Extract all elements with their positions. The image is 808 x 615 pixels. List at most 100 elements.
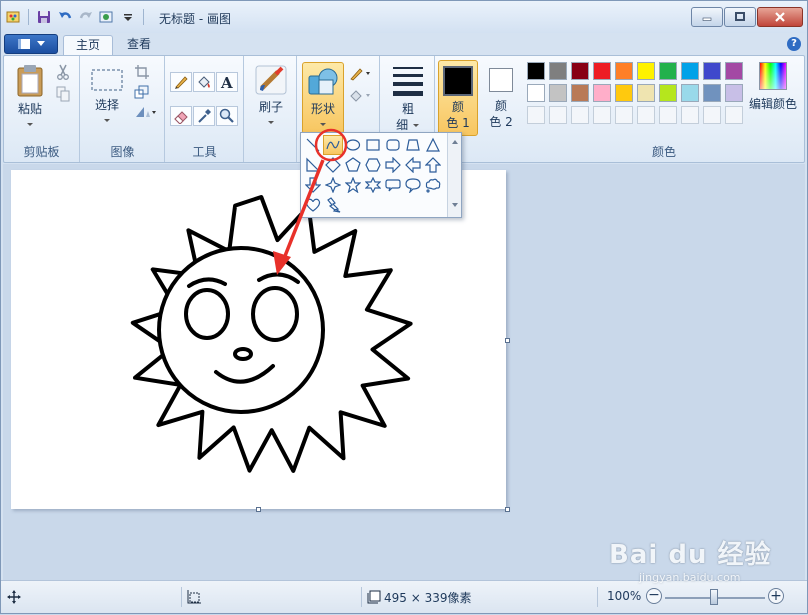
cloud-callout-shape-icon[interactable] (423, 175, 443, 195)
color-swatch[interactable] (571, 62, 589, 80)
tools-group: A 工具 (166, 56, 244, 162)
up-arrow-shape-icon[interactable] (423, 155, 443, 175)
heart-shape-icon[interactable] (303, 195, 323, 215)
minimize-button[interactable] (691, 7, 723, 27)
oval-callout-shape-icon[interactable] (403, 175, 423, 195)
color-swatch[interactable] (725, 62, 743, 80)
color-swatch[interactable] (549, 62, 567, 80)
magnifier-button[interactable] (216, 106, 238, 126)
custom-color-slot[interactable] (703, 106, 721, 124)
edit-colors-button[interactable]: 编辑颜色 (745, 62, 801, 112)
custom-color-slot[interactable] (549, 106, 567, 124)
color-swatch[interactable] (659, 62, 677, 80)
close-button[interactable] (757, 7, 803, 27)
paste-button[interactable]: 粘贴 (10, 64, 50, 131)
color-swatch[interactable] (571, 84, 589, 102)
save-icon[interactable] (36, 9, 52, 25)
six-point-star-shape-icon[interactable] (363, 175, 383, 195)
hexagon-shape-icon[interactable] (363, 155, 383, 175)
rotate-button[interactable] (131, 102, 161, 122)
crop-icon (135, 65, 149, 79)
shapes-button[interactable]: 形状 (302, 62, 344, 134)
color-swatch[interactable] (681, 84, 699, 102)
color-swatch[interactable] (703, 84, 721, 102)
customize-icon[interactable] (120, 9, 136, 25)
select-button[interactable]: 选择 (87, 66, 127, 127)
maximize-icon (735, 12, 745, 21)
line-shape-icon[interactable] (303, 135, 323, 155)
text-button[interactable]: A (216, 72, 238, 92)
color-swatch[interactable] (615, 84, 633, 102)
drawing-canvas[interactable] (11, 170, 506, 509)
color-swatch[interactable] (725, 84, 743, 102)
color-swatch[interactable] (703, 62, 721, 80)
eraser-button[interactable] (170, 106, 192, 126)
oval-shape-icon[interactable] (343, 135, 363, 155)
custom-color-slot[interactable] (725, 106, 743, 124)
color-swatch[interactable] (615, 62, 633, 80)
shape-fill-button[interactable] (346, 86, 376, 106)
color-swatch[interactable] (637, 84, 655, 102)
paint-app-icon[interactable] (5, 9, 21, 25)
color-swatch[interactable] (527, 62, 545, 80)
resize-icon (134, 85, 149, 99)
five-point-star-shape-icon[interactable] (343, 175, 363, 195)
work-area[interactable] (3, 164, 805, 580)
four-point-star-shape-icon[interactable] (323, 175, 343, 195)
color-swatch[interactable] (527, 84, 545, 102)
redo-icon[interactable] (78, 9, 94, 25)
cut-button[interactable] (52, 62, 74, 82)
fill-bucket-icon (350, 90, 370, 102)
color-swatch[interactable] (593, 84, 611, 102)
triangle-shape-icon[interactable] (423, 135, 443, 155)
size-button[interactable]: 粗 细 (386, 64, 430, 133)
custom-color-slot[interactable] (681, 106, 699, 124)
fill-button[interactable] (193, 72, 215, 92)
custom-color-slot[interactable] (615, 106, 633, 124)
tab-home[interactable]: 主页 (63, 35, 114, 55)
rounded-rectangle-shape-icon[interactable] (383, 135, 403, 155)
maximize-button[interactable] (724, 7, 756, 27)
color-picker-button[interactable] (193, 106, 215, 126)
resize-handle-right[interactable] (505, 338, 510, 343)
quick-access-dropdown-icon[interactable] (99, 9, 115, 25)
lightning-shape-icon[interactable] (323, 195, 343, 215)
custom-color-slot[interactable] (637, 106, 655, 124)
rectangle-shape-icon[interactable] (363, 135, 383, 155)
color2-button[interactable]: 颜 色 2 (482, 60, 520, 136)
tab-view[interactable]: 查看 (115, 35, 163, 55)
undo-icon[interactable] (57, 9, 73, 25)
custom-color-slot[interactable] (593, 106, 611, 124)
resize-handle-corner[interactable] (505, 507, 510, 512)
paint-menu-button[interactable] (4, 34, 58, 54)
color1-button[interactable]: 颜 色 1 (438, 60, 478, 136)
color-swatch[interactable] (549, 84, 567, 102)
paint-menu-icon (18, 39, 30, 49)
down-arrow-shape-icon[interactable] (303, 175, 323, 195)
color-swatch[interactable] (593, 62, 611, 80)
crop-button[interactable] (131, 62, 153, 82)
outline-button[interactable] (346, 64, 376, 84)
left-arrow-shape-icon[interactable] (403, 155, 423, 175)
gallery-scrollbar[interactable] (447, 133, 461, 217)
resize-handle-bottom[interactable] (256, 507, 261, 512)
color-swatch[interactable] (659, 84, 677, 102)
custom-color-slot[interactable] (571, 106, 589, 124)
pentagon-shape-icon[interactable] (343, 155, 363, 175)
right-triangle-shape-icon[interactable] (303, 155, 323, 175)
help-icon[interactable]: ? (787, 37, 801, 51)
line-width-icon (393, 67, 423, 96)
polygon-shape-icon[interactable] (403, 135, 423, 155)
copy-button[interactable] (52, 84, 74, 104)
rounded-callout-shape-icon[interactable] (383, 175, 403, 195)
curve-shape-icon[interactable] (323, 135, 343, 155)
right-arrow-shape-icon[interactable] (383, 155, 403, 175)
pencil-button[interactable] (170, 72, 192, 92)
color-swatch[interactable] (637, 62, 655, 80)
custom-color-slot[interactable] (527, 106, 545, 124)
resize-button[interactable] (131, 82, 153, 102)
diamond-shape-icon[interactable] (323, 155, 343, 175)
color-swatch[interactable] (681, 62, 699, 80)
custom-color-slot[interactable] (659, 106, 677, 124)
brushes-button[interactable]: 刷子 (251, 64, 291, 129)
